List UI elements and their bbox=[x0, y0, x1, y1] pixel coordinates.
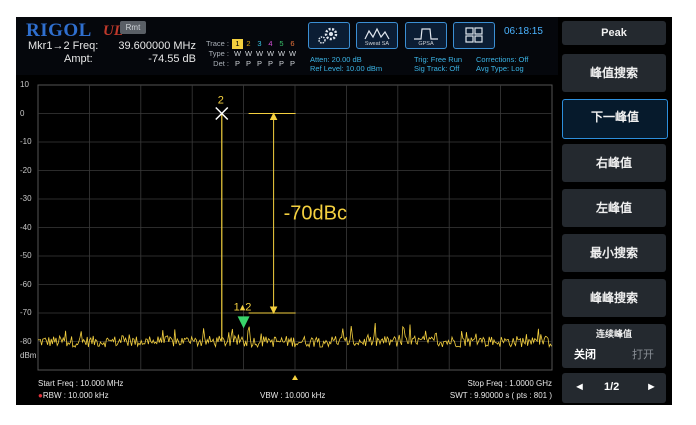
gpsa-button[interactable]: GPSA bbox=[405, 22, 447, 49]
y-tick-label: -10 bbox=[20, 137, 32, 146]
y-tick-label: -30 bbox=[20, 194, 32, 203]
next-page-icon[interactable]: ► bbox=[646, 381, 657, 393]
trig-info: Trig: Free Run Sig Track: Off bbox=[414, 55, 462, 73]
trace-type-2: W bbox=[244, 49, 253, 58]
swt-value: SWT : 9.90000 s ( pts : 801 ) bbox=[449, 391, 552, 400]
marker-labels: Mkr1→2 Freq: Ampt: bbox=[28, 40, 98, 66]
trace-det-1: P bbox=[234, 59, 240, 68]
arrow-up-icon bbox=[269, 112, 278, 120]
ref-level-value: Ref Level: 10.00 dBm bbox=[310, 64, 383, 73]
y-tick-label: -50 bbox=[20, 251, 32, 260]
gear-icon bbox=[318, 27, 338, 44]
status-header: RIGOL UL Rmt Mkr1→2 Freq: Ampt: 39.60000… bbox=[16, 17, 558, 75]
sweep-sa-label: Sweat SA bbox=[364, 41, 390, 47]
marker-freq-label: Mkr1→2 Freq: bbox=[28, 40, 99, 52]
settings-button[interactable] bbox=[308, 22, 350, 49]
menu-pager: ◄ 1/2 ► bbox=[562, 373, 666, 403]
atten-info: Atten: 20.00 dB Ref Level: 10.00 dBm bbox=[310, 55, 382, 73]
trace-panel[interactable]: Trace :123456 Type :WWWWWW Det :PPPPPP bbox=[201, 39, 298, 69]
grid-layout-icon bbox=[465, 27, 483, 43]
layout-button[interactable] bbox=[453, 22, 495, 49]
sig-track-value: Sig Track: Off bbox=[414, 64, 460, 73]
menu-title-peak: Peak bbox=[562, 21, 666, 45]
corrections-info: Corrections: Off Avg Type: Log bbox=[476, 55, 528, 73]
right-peak-button[interactable]: 右峰值 bbox=[562, 144, 666, 182]
trace-type-4: W bbox=[266, 49, 275, 58]
toggle-off-option[interactable]: 关闭 bbox=[574, 346, 596, 362]
trace-det-4: P bbox=[267, 59, 273, 68]
y-tick-label: 10 bbox=[20, 80, 29, 89]
start-freq: Start Freq : 10.000 MHz bbox=[38, 379, 124, 388]
peak-search-button[interactable]: 峰值搜索 bbox=[562, 54, 666, 92]
y-tick-label: -40 bbox=[20, 222, 32, 232]
gpsa-label: GPSA bbox=[418, 41, 434, 47]
page-indicator: 1/2 bbox=[604, 381, 620, 393]
center-freq-tick-icon bbox=[292, 375, 298, 380]
arrow-down-icon bbox=[269, 306, 278, 315]
trace-type-1: W bbox=[233, 49, 242, 58]
clock: 06:18:15 bbox=[504, 26, 543, 37]
plot-grid bbox=[37, 84, 553, 371]
y-tick-label: -80 bbox=[20, 336, 32, 346]
vbw-value: VBW : 10.000 kHz bbox=[260, 391, 326, 400]
stop-freq: Stop Freq : 1.0000 GHz bbox=[467, 379, 553, 388]
continuous-peak-title: 连续峰值 bbox=[595, 329, 632, 339]
prev-page-icon[interactable]: ◄ bbox=[574, 381, 585, 393]
trace-6[interactable]: 6 bbox=[287, 39, 298, 49]
trace-type-3: W bbox=[255, 49, 264, 58]
unit-label: dBm bbox=[20, 351, 37, 360]
rigol-logo: RIGOL bbox=[26, 20, 92, 41]
marker-2-label: 2 bbox=[218, 95, 224, 107]
remote-badge: Rmt bbox=[120, 21, 146, 34]
y-tick-label: -70 bbox=[20, 308, 32, 317]
next-peak-button[interactable]: 下一峰值 bbox=[562, 99, 668, 139]
trace-2[interactable]: 2 bbox=[243, 39, 254, 49]
atten-value: Atten: 20.00 dB bbox=[310, 55, 362, 64]
rbw-value: RBW : 10.000 kHz bbox=[42, 391, 109, 400]
trace-det-3: P bbox=[256, 59, 262, 68]
marker-ampt-label: Ampt: bbox=[64, 53, 93, 65]
rbw-info: ●RBW : 10.000 kHz bbox=[38, 391, 109, 400]
marker-freq-value: 39.600000 MHz bbox=[118, 40, 196, 52]
delta-annotation: -70dBc bbox=[284, 202, 347, 224]
y-tick-label: -60 bbox=[20, 279, 32, 289]
marker-1-label: 1▴2 bbox=[234, 301, 252, 313]
peak-peak-search-button[interactable]: 峰峰搜索 bbox=[562, 279, 666, 317]
trace-det-2: P bbox=[245, 59, 251, 68]
sweep-sa-button[interactable]: Sweat SA bbox=[356, 22, 398, 49]
trace-1[interactable]: 1 bbox=[232, 39, 243, 49]
y-tick-label: 0 bbox=[20, 108, 25, 118]
trace-3[interactable]: 3 bbox=[254, 39, 265, 49]
min-search-button[interactable]: 最小搜索 bbox=[562, 234, 666, 272]
det-label: Det : bbox=[213, 59, 229, 68]
corrections-value: Corrections: Off bbox=[476, 55, 529, 64]
trig-value: Trig: Free Run bbox=[414, 55, 463, 64]
trace-label: Trace : bbox=[205, 39, 229, 48]
left-peak-button[interactable]: 左峰值 bbox=[562, 189, 666, 227]
spectrum-plot[interactable]: 2 1▴2 -70dBc 10 0 -10 -20 -30 -40 -50 -60 -70 -80… bbox=[16, 75, 558, 405]
marker-ampt-value: -74.55 dB bbox=[148, 53, 196, 65]
trace-det-5: P bbox=[278, 59, 284, 68]
y-tick-label: -20 bbox=[20, 165, 32, 175]
type-label: Type : bbox=[208, 49, 229, 58]
trace-5[interactable]: 5 bbox=[276, 39, 287, 49]
trace-det-6: P bbox=[289, 59, 295, 68]
marker-1-icon bbox=[237, 316, 250, 329]
toggle-on-option[interactable]: 打开 bbox=[632, 346, 654, 362]
continuous-peak-toggle[interactable]: 连续峰值 关闭 打开 bbox=[562, 324, 666, 368]
analyzer-screen: RIGOL UL Rmt Mkr1→2 Freq: Ampt: 39.60000… bbox=[16, 17, 672, 405]
avg-type-value: Avg Type: Log bbox=[476, 64, 524, 73]
trace-4[interactable]: 4 bbox=[265, 39, 276, 49]
trace-type-5: W bbox=[277, 49, 286, 58]
marker-values: 39.600000 MHz -74.55 dB bbox=[108, 40, 196, 66]
trace-type-6: W bbox=[288, 49, 297, 58]
side-menu: Peak 峰值搜索 下一峰值 右峰值 左峰值 最小搜索 峰峰搜索 连续峰值 关闭… bbox=[558, 17, 672, 405]
spectrum-chart[interactable]: 2 1▴2 -70dBc bbox=[16, 75, 558, 405]
